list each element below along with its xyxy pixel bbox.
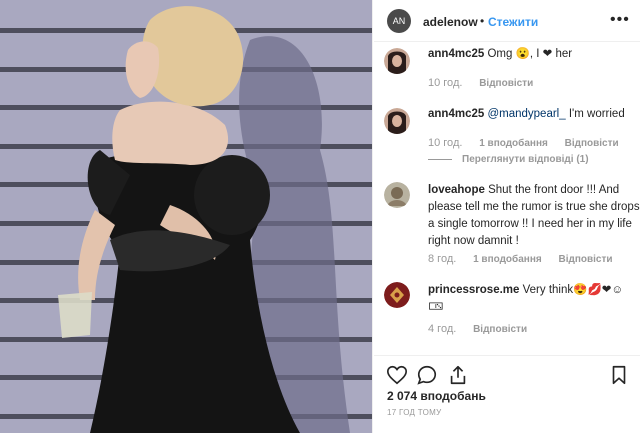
post-photo[interactable] — [0, 0, 373, 433]
commenter-avatar[interactable] — [384, 182, 410, 208]
comment-text: Omg 😮, I ❤ her — [487, 48, 573, 60]
woman-figure-illustration — [58, 6, 350, 433]
follow-button[interactable]: Стежити — [488, 15, 538, 29]
comment-username[interactable]: ann4mc25 — [428, 108, 484, 120]
header-separator: • — [480, 14, 485, 28]
reply-button[interactable]: Відповісти — [479, 78, 533, 89]
comment-time[interactable]: 8 год. — [428, 253, 456, 265]
bookmark-icon[interactable] — [608, 364, 630, 386]
author-avatar[interactable]: AN — [387, 9, 411, 33]
comment-meta: 10 год. Відповісти — [428, 77, 547, 89]
reply-button[interactable]: Відповісти — [558, 254, 612, 265]
comment-time[interactable]: 10 год. — [428, 137, 462, 149]
comment-text-block: ann4mc25 Omg 😮, I ❤ her — [428, 46, 640, 63]
comment-text: I'm worried — [568, 108, 625, 120]
avatar-photo-icon — [384, 282, 410, 308]
comments-list[interactable]: ann4mc25 Omg 😮, I ❤ her 10 год. Відповіс… — [374, 42, 640, 354]
view-replies-label: Переглянути відповіді (1) — [462, 154, 589, 165]
comment-mention-link[interactable]: @mandypearl_ — [487, 108, 565, 120]
author-username[interactable]: adelenow — [423, 15, 478, 29]
post-details-panel: AN adelenow • Стежити ••• ann4mc25 Omg 😮… — [374, 0, 640, 433]
instagram-post-view: AN adelenow • Стежити ••• ann4mc25 Omg 😮… — [0, 0, 640, 433]
comment-username[interactable]: princessrose.me — [428, 284, 519, 296]
post-actions-bar — [374, 355, 640, 385]
commenter-avatar[interactable] — [384, 282, 410, 308]
avatar-photo-icon — [384, 48, 410, 74]
comment-text-block: ann4mc25 @mandypearl_ I'm worried — [428, 106, 640, 123]
comment-text-block: loveahope Shut the front door !!! And pl… — [428, 182, 640, 250]
commenter-avatar[interactable] — [384, 108, 410, 134]
comment-likes-count[interactable]: 1 вподобання — [473, 254, 542, 265]
comment-meta: 4 год. Відповісти — [428, 323, 541, 335]
post-timestamp[interactable]: 17 ГОД ТОМУ — [387, 408, 442, 417]
avatar-photo-icon — [384, 108, 410, 134]
comment-text-block: princessrose.me Very think😍💋❤☺ 🀴 — [428, 282, 640, 316]
post-header: AN adelenow • Стежити ••• — [374, 0, 640, 42]
comment-meta: 8 год. 1 вподобання Відповісти — [428, 253, 627, 265]
comment-likes-count[interactable]: 1 вподобання — [479, 138, 548, 149]
comment-username[interactable]: ann4mc25 — [428, 48, 484, 60]
view-replies-button[interactable]: Переглянути відповіді (1) — [428, 154, 589, 165]
comment-time[interactable]: 10 год. — [428, 77, 462, 89]
comment-meta: 10 год. 1 вподобання Відповісти — [428, 137, 633, 149]
commenter-avatar[interactable] — [384, 48, 410, 74]
share-icon[interactable] — [447, 364, 469, 386]
more-dots-icon[interactable]: ••• — [610, 11, 630, 29]
avatar-photo-icon — [384, 182, 410, 208]
comment-username[interactable]: loveahope — [428, 184, 485, 196]
reply-button[interactable]: Відповісти — [565, 138, 619, 149]
heart-icon[interactable] — [386, 364, 408, 386]
reply-button[interactable]: Відповісти — [473, 324, 527, 335]
comment-time[interactable]: 4 год. — [428, 323, 456, 335]
replies-divider-line — [428, 158, 452, 160]
comment-icon[interactable] — [416, 364, 438, 386]
likes-count[interactable]: 2 074 вподобань — [387, 389, 486, 403]
